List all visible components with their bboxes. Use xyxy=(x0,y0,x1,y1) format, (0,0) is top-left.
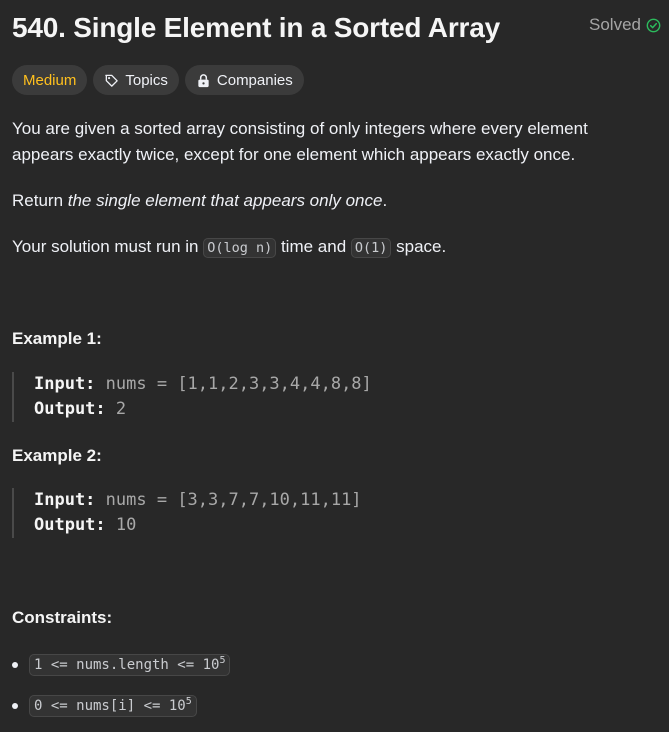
example-2-block: Input: nums = [3,3,7,7,10,11,11] Output:… xyxy=(12,488,362,538)
example-2-input-label: Input: xyxy=(34,490,96,510)
complexity-mid: time and xyxy=(276,237,351,256)
lock-icon xyxy=(198,73,209,87)
constraint-text: 0 <= nums[i] <= 10 xyxy=(34,698,186,714)
example-1-output-line: Output: 2 xyxy=(34,397,372,422)
example-1-title: Example 1: xyxy=(12,329,102,348)
constraint-code: 1 <= nums.length <= 105 xyxy=(29,654,231,676)
example-2-output-value: 10 xyxy=(115,515,137,535)
difficulty-badge[interactable]: Medium xyxy=(12,65,88,95)
example-1-input-value: nums = [1,1,2,3,3,4,4,8,8] xyxy=(105,374,372,394)
constraint-item: 1 <= nums.length <= 105 xyxy=(12,654,231,676)
description-paragraph-1: You are given a sorted array consisting … xyxy=(12,119,588,164)
example-2-title: Example 2: xyxy=(12,446,102,465)
example-2-output-line: Output: 10 xyxy=(34,513,362,538)
description-paragraph-2: Return the single element that appears o… xyxy=(12,188,639,214)
topics-button[interactable]: Topics xyxy=(93,65,179,95)
constraint-exponent: 5 xyxy=(185,696,192,707)
example-1-output-label: Output: xyxy=(34,399,106,419)
complexity-suffix: space. xyxy=(391,237,447,256)
example-1-output-value: 2 xyxy=(115,399,127,419)
problem-title[interactable]: 540. Single Element in a Sorted Array xyxy=(12,12,500,44)
constraint-text: 1 <= nums.length <= 10 xyxy=(34,657,220,673)
space-complexity-code: O(1) xyxy=(350,238,392,258)
complexity-prefix: Your solution must run in xyxy=(12,237,204,256)
constraint-exponent: 5 xyxy=(219,655,226,666)
example-2-output-label: Output: xyxy=(34,515,106,535)
difficulty-label: Medium xyxy=(23,71,77,89)
return-suffix: . xyxy=(382,191,388,210)
bullet-icon xyxy=(12,703,18,709)
companies-button[interactable]: Companies xyxy=(184,65,304,95)
tag-row: Medium Topics Companies xyxy=(12,65,304,95)
constraints-title: Constraints: xyxy=(12,608,113,627)
return-emphasis: the single element that appears only onc… xyxy=(67,191,383,210)
return-prefix: Return xyxy=(12,191,68,210)
example-2-input-value: nums = [3,3,7,7,10,11,11] xyxy=(105,490,362,510)
example-1-block: Input: nums = [1,1,2,3,3,4,4,8,8] Output… xyxy=(12,372,372,422)
example-1-input-label: Input: xyxy=(34,374,96,394)
description-paragraph-3: Your solution must run in O(log n) time … xyxy=(12,234,639,261)
title-row: 540. Single Element in a Sorted Array So… xyxy=(12,8,661,48)
time-complexity-code: O(log n) xyxy=(203,238,277,258)
check-circle-icon xyxy=(646,18,661,32)
solved-label: Solved xyxy=(589,15,641,34)
companies-label: Companies xyxy=(216,71,293,89)
problem-description-panel: 540. Single Element in a Sorted Array So… xyxy=(0,0,669,732)
constraint-code: 0 <= nums[i] <= 105 xyxy=(29,695,197,717)
example-2-input-line: Input: nums = [3,3,7,7,10,11,11] xyxy=(34,488,362,513)
constraint-item: 0 <= nums[i] <= 105 xyxy=(12,695,197,717)
solved-status: Solved xyxy=(589,15,661,35)
bullet-icon xyxy=(12,662,18,668)
example-1-input-line: Input: nums = [1,1,2,3,3,4,4,8,8] xyxy=(34,372,372,397)
tag-icon xyxy=(105,74,119,87)
topics-label: Topics xyxy=(125,71,168,89)
